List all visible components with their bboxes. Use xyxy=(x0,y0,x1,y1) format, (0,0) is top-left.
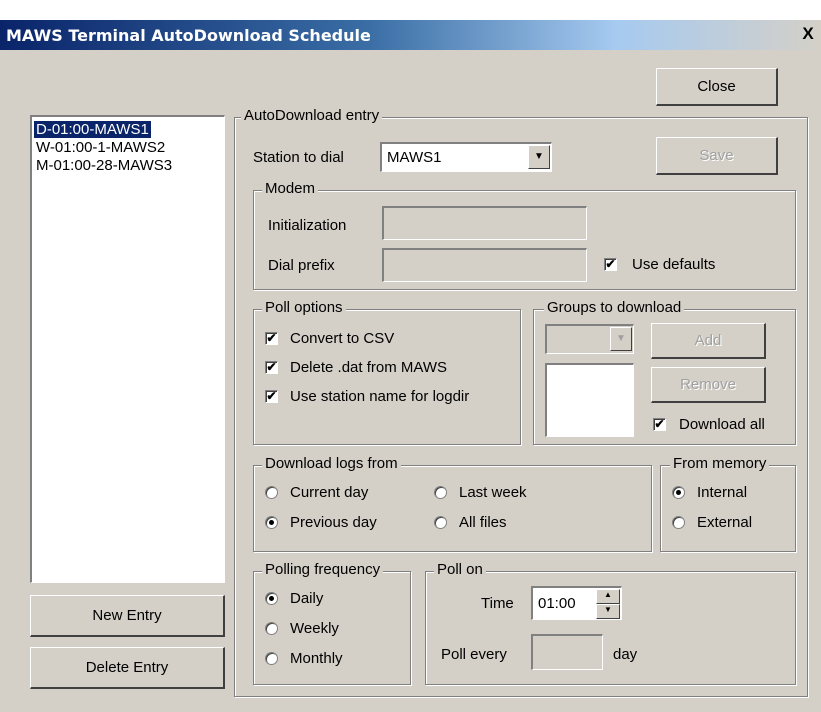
monthly-label: Monthly xyxy=(290,650,343,667)
check-icon: ✔ xyxy=(654,417,665,431)
use-station-name-label: Use station name for logdir xyxy=(290,388,470,405)
download-logs-group xyxy=(253,465,652,552)
time-spinner[interactable]: 01:00 ▲ ▼ xyxy=(531,586,622,620)
title-bar[interactable]: MAWS Terminal AutoDownload Schedule X xyxy=(0,20,821,50)
current-day-radio[interactable] xyxy=(265,486,278,499)
groups-dropdown[interactable]: ▼ xyxy=(545,324,634,354)
poll-every-label: Poll every xyxy=(441,646,507,663)
delete-entry-button[interactable]: Delete Entry xyxy=(30,647,225,689)
initialization-label: Initialization xyxy=(268,217,347,234)
daily-label: Daily xyxy=(290,590,324,607)
check-icon: ✔ xyxy=(266,389,277,403)
add-button[interactable]: Add xyxy=(651,323,766,359)
save-button[interactable]: Save xyxy=(656,137,778,175)
convert-csv-checkbox[interactable]: ✔ xyxy=(265,332,278,345)
polling-frequency-group-label: Polling frequency xyxy=(262,561,384,578)
current-day-label: Current day xyxy=(290,484,369,501)
check-icon: ✔ xyxy=(266,360,277,374)
chevron-down-icon[interactable]: ▼ xyxy=(528,145,550,169)
download-all-checkbox[interactable]: ✔ xyxy=(653,418,666,431)
top-margin xyxy=(0,0,821,20)
groups-group-label: Groups to download xyxy=(544,299,685,316)
station-label: Station to dial xyxy=(253,149,344,166)
previous-day-label: Previous day xyxy=(290,514,377,531)
dialog-window: MAWS Terminal AutoDownload Schedule X Cl… xyxy=(0,0,821,712)
poll-options-group-label: Poll options xyxy=(262,299,346,316)
spin-down-icon[interactable]: ▼ xyxy=(596,604,620,619)
use-station-name-checkbox[interactable]: ✔ xyxy=(265,390,278,403)
modem-group-label: Modem xyxy=(262,180,319,197)
poll-every-field[interactable] xyxy=(531,634,603,670)
internal-label: Internal xyxy=(697,484,748,501)
station-value: MAWS1 xyxy=(387,149,442,166)
external-label: External xyxy=(697,514,753,531)
convert-csv-label: Convert to CSV xyxy=(290,330,395,347)
delete-dat-checkbox[interactable]: ✔ xyxy=(265,361,278,374)
monthly-radio[interactable] xyxy=(265,652,278,665)
dial-prefix-field[interactable] xyxy=(382,248,587,282)
poll-on-group-label: Poll on xyxy=(434,561,486,578)
time-label: Time xyxy=(481,595,514,612)
list-item[interactable]: D-01:00-MAWS1 xyxy=(34,121,151,138)
daily-radio[interactable] xyxy=(265,592,278,605)
external-radio[interactable] xyxy=(672,516,685,529)
day-label: day xyxy=(613,646,638,663)
time-value: 01:00 xyxy=(538,595,576,612)
delete-dat-label: Delete .dat from MAWS xyxy=(290,359,447,376)
new-entry-button[interactable]: New Entry xyxy=(30,595,225,637)
download-logs-group-label: Download logs from xyxy=(262,455,401,472)
check-icon: ✔ xyxy=(605,257,616,271)
from-memory-group-label: From memory xyxy=(670,455,770,472)
all-files-radio[interactable] xyxy=(434,516,447,529)
last-week-label: Last week xyxy=(459,484,527,501)
autodownload-group-label: AutoDownload entry xyxy=(241,107,383,124)
weekly-radio[interactable] xyxy=(265,622,278,635)
station-dropdown[interactable]: MAWS1 ▼ xyxy=(380,142,552,172)
chevron-down-icon[interactable]: ▼ xyxy=(610,327,632,351)
dial-prefix-label: Dial prefix xyxy=(268,257,335,274)
list-item[interactable]: M-01:00-28-MAWS3 xyxy=(34,157,174,174)
groups-list[interactable] xyxy=(545,363,634,437)
weekly-label: Weekly xyxy=(290,620,339,637)
spin-up-icon[interactable]: ▲ xyxy=(596,589,620,604)
entry-list[interactable]: D-01:00-MAWS1 W-01:00-1-MAWS2 M-01:00-28… xyxy=(30,115,225,583)
use-defaults-label: Use defaults xyxy=(632,256,716,273)
remove-button[interactable]: Remove xyxy=(651,367,766,403)
from-memory-group xyxy=(660,465,796,552)
last-week-radio[interactable] xyxy=(434,486,447,499)
check-icon: ✔ xyxy=(266,331,277,345)
all-files-label: All files xyxy=(459,514,507,531)
use-defaults-checkbox[interactable]: ✔ xyxy=(604,258,617,271)
download-all-label: Download all xyxy=(679,416,765,433)
previous-day-radio[interactable] xyxy=(265,516,278,529)
close-button[interactable]: Close xyxy=(656,68,778,106)
list-item[interactable]: W-01:00-1-MAWS2 xyxy=(34,139,167,156)
close-icon[interactable]: X xyxy=(799,25,817,43)
internal-radio[interactable] xyxy=(672,486,685,499)
initialization-field[interactable] xyxy=(382,206,587,240)
window-title: MAWS Terminal AutoDownload Schedule xyxy=(6,26,371,45)
